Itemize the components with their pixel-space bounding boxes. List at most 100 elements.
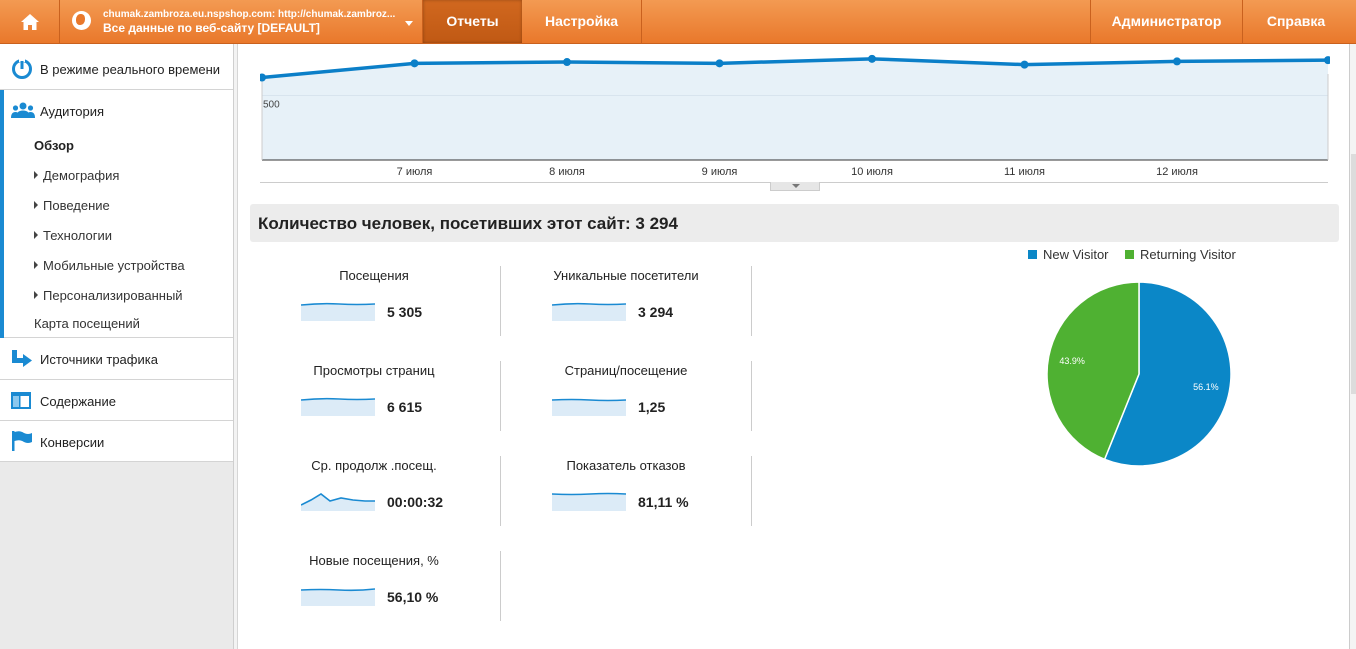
pie-data-label: 56.1% <box>1193 382 1219 392</box>
sidebar-item-label: Мобильные устройства <box>43 258 185 273</box>
summary-header: Количество человек, посетивших этот сайт… <box>250 204 1339 242</box>
sidebar-item-visitors-flow[interactable]: Карта посещений <box>34 316 140 331</box>
sidebar-item-custom[interactable]: Персонализированный <box>34 288 183 303</box>
sparkline <box>301 397 375 416</box>
account-url: chumak.zambroza.eu.nspshop.com: http://c… <box>103 9 396 20</box>
sidebar-item-label: Источники трафика <box>40 352 158 367</box>
sidebar-item-mobile[interactable]: Мобильные устройства <box>34 258 185 273</box>
legend-label: Returning Visitor <box>1140 247 1236 262</box>
metric-visits-label: Посещения <box>339 268 409 283</box>
visitor-type-pie-chart: 56.1% 43.9% <box>1046 281 1232 467</box>
flag-icon <box>12 431 32 451</box>
sidebar-item-label: Конверсии <box>40 435 105 450</box>
active-section-indicator <box>0 90 4 338</box>
metric-avg-duration-label: Ср. продолж .посещ. <box>311 458 437 473</box>
metric-unique-visitors-value: 3 294 <box>638 304 674 320</box>
arrow-right-icon <box>12 350 32 367</box>
sparkline <box>552 302 626 321</box>
data-point <box>410 59 419 68</box>
divider <box>751 361 752 431</box>
data-point <box>1173 57 1181 66</box>
tab-settings[interactable]: Настройка <box>522 0 642 43</box>
content-icon <box>11 392 31 409</box>
triangle-right-icon <box>34 291 38 299</box>
sidebar-item-audience[interactable]: Аудитория <box>40 104 104 119</box>
home-button[interactable] <box>0 0 60 43</box>
people-icon <box>11 102 35 118</box>
scrollbar-thumb[interactable] <box>1351 154 1356 394</box>
admin-link[interactable]: Администратор <box>1090 0 1242 43</box>
metric-pageviews-label: Просмотры страниц <box>313 363 435 378</box>
sparkline <box>301 588 375 606</box>
metric-unique-visitors-label: Уникальные посетители <box>553 268 699 283</box>
chart-area-fill <box>262 58 1328 160</box>
sidebar-item-technology[interactable]: Технологии <box>34 228 112 243</box>
triangle-right-icon <box>34 231 38 239</box>
realtime-icon <box>12 58 32 79</box>
metric-new-visits-value: 56,10 % <box>387 589 439 605</box>
tab-reports[interactable]: Отчеты <box>423 0 522 43</box>
x-tick-label: 12 июля <box>1156 166 1198 178</box>
sparkline <box>301 302 375 321</box>
x-tick-label: 7 июля <box>397 166 433 178</box>
home-icon <box>20 13 39 30</box>
triangle-right-icon <box>34 261 38 269</box>
sidebar-splitter[interactable] <box>234 44 238 649</box>
account-profile: Все данные по веб-сайту [DEFAULT] <box>103 21 320 35</box>
metric-pages-per-visit-label: Страниц/посещение <box>564 363 688 378</box>
data-point <box>1020 60 1029 69</box>
data-point <box>563 58 571 67</box>
triangle-right-icon <box>34 201 38 209</box>
sidebar-item-overview[interactable]: Обзор <box>34 138 74 153</box>
sidebar: В режиме реального времени Аудитория Обз… <box>0 44 234 649</box>
metric-visits-value: 5 305 <box>387 304 423 320</box>
divider <box>500 361 501 431</box>
metric-new-visits-label: Новые посещения, % <box>309 553 439 568</box>
x-tick-label: 11 июля <box>1004 166 1045 178</box>
data-point <box>868 54 876 63</box>
metric-pages-per-visit-value: 1,25 <box>638 399 666 415</box>
help-link[interactable]: Справка <box>1242 0 1349 43</box>
account-selector[interactable]: chumak.zambroza.eu.nspshop.com: http://c… <box>61 0 423 43</box>
legend-new-visitor[interactable]: New Visitor <box>1028 247 1109 262</box>
globe-icon <box>72 11 91 30</box>
sparkline <box>552 398 626 416</box>
chevron-down-icon <box>405 21 413 26</box>
sidebar-item-traffic-sources[interactable]: Источники трафика <box>0 338 233 380</box>
divider <box>751 456 752 526</box>
divider <box>500 456 501 526</box>
sidebar-section-audience: Аудитория Обзор Демография Поведение Тех… <box>0 90 233 338</box>
divider <box>500 551 501 621</box>
sidebar-item-label: Персонализированный <box>43 288 183 303</box>
sidebar-item-label: Поведение <box>43 198 110 213</box>
sidebar-item-realtime[interactable]: В режиме реального времени <box>0 44 233 90</box>
sidebar-item-label: Технологии <box>43 228 113 243</box>
legend-returning-visitor[interactable]: Returning Visitor <box>1125 247 1236 262</box>
metric-avg-duration-value: 00:00:32 <box>387 494 444 510</box>
metric-pageviews-value: 6 615 <box>387 399 423 415</box>
sidebar-item-conversions[interactable]: Конверсии <box>0 421 233 462</box>
pie-data-label: 43.9% <box>1059 356 1085 366</box>
vertical-scrollbar[interactable] <box>1349 44 1356 649</box>
metric-bounce-rate-label: Показатель отказов <box>566 458 686 473</box>
sidebar-item-label: Содержание <box>40 394 116 409</box>
x-tick-label: 10 июля <box>851 166 893 178</box>
x-tick-label: 8 июля <box>549 166 585 178</box>
x-tick-label: 9 июля <box>702 166 738 178</box>
legend-swatch <box>1028 250 1037 259</box>
sidebar-item-content[interactable]: Содержание <box>0 380 233 421</box>
divider <box>500 266 501 336</box>
legend-swatch <box>1125 250 1134 259</box>
sparkline <box>552 492 626 511</box>
metric-bounce-rate-value: 81,11 % <box>638 494 689 510</box>
visits-line-chart: 500 7 июля 8 июля 9 июля 10 июля 11 июля 12 ию… <box>260 54 1330 178</box>
sidebar-item-demographics[interactable]: Демография <box>34 168 119 183</box>
data-point <box>715 59 724 68</box>
sidebar-item-behavior[interactable]: Поведение <box>34 198 110 213</box>
sidebar-item-label: В режиме реального времени <box>40 62 221 77</box>
summary-title: Количество человек, посетивших этот сайт… <box>258 214 678 233</box>
expand-chart-toggle[interactable] <box>770 182 820 191</box>
top-navigation-bar: chumak.zambroza.eu.nspshop.com: http://c… <box>0 0 1356 44</box>
sidebar-item-label: Демография <box>43 168 120 183</box>
sparkline <box>301 493 375 511</box>
